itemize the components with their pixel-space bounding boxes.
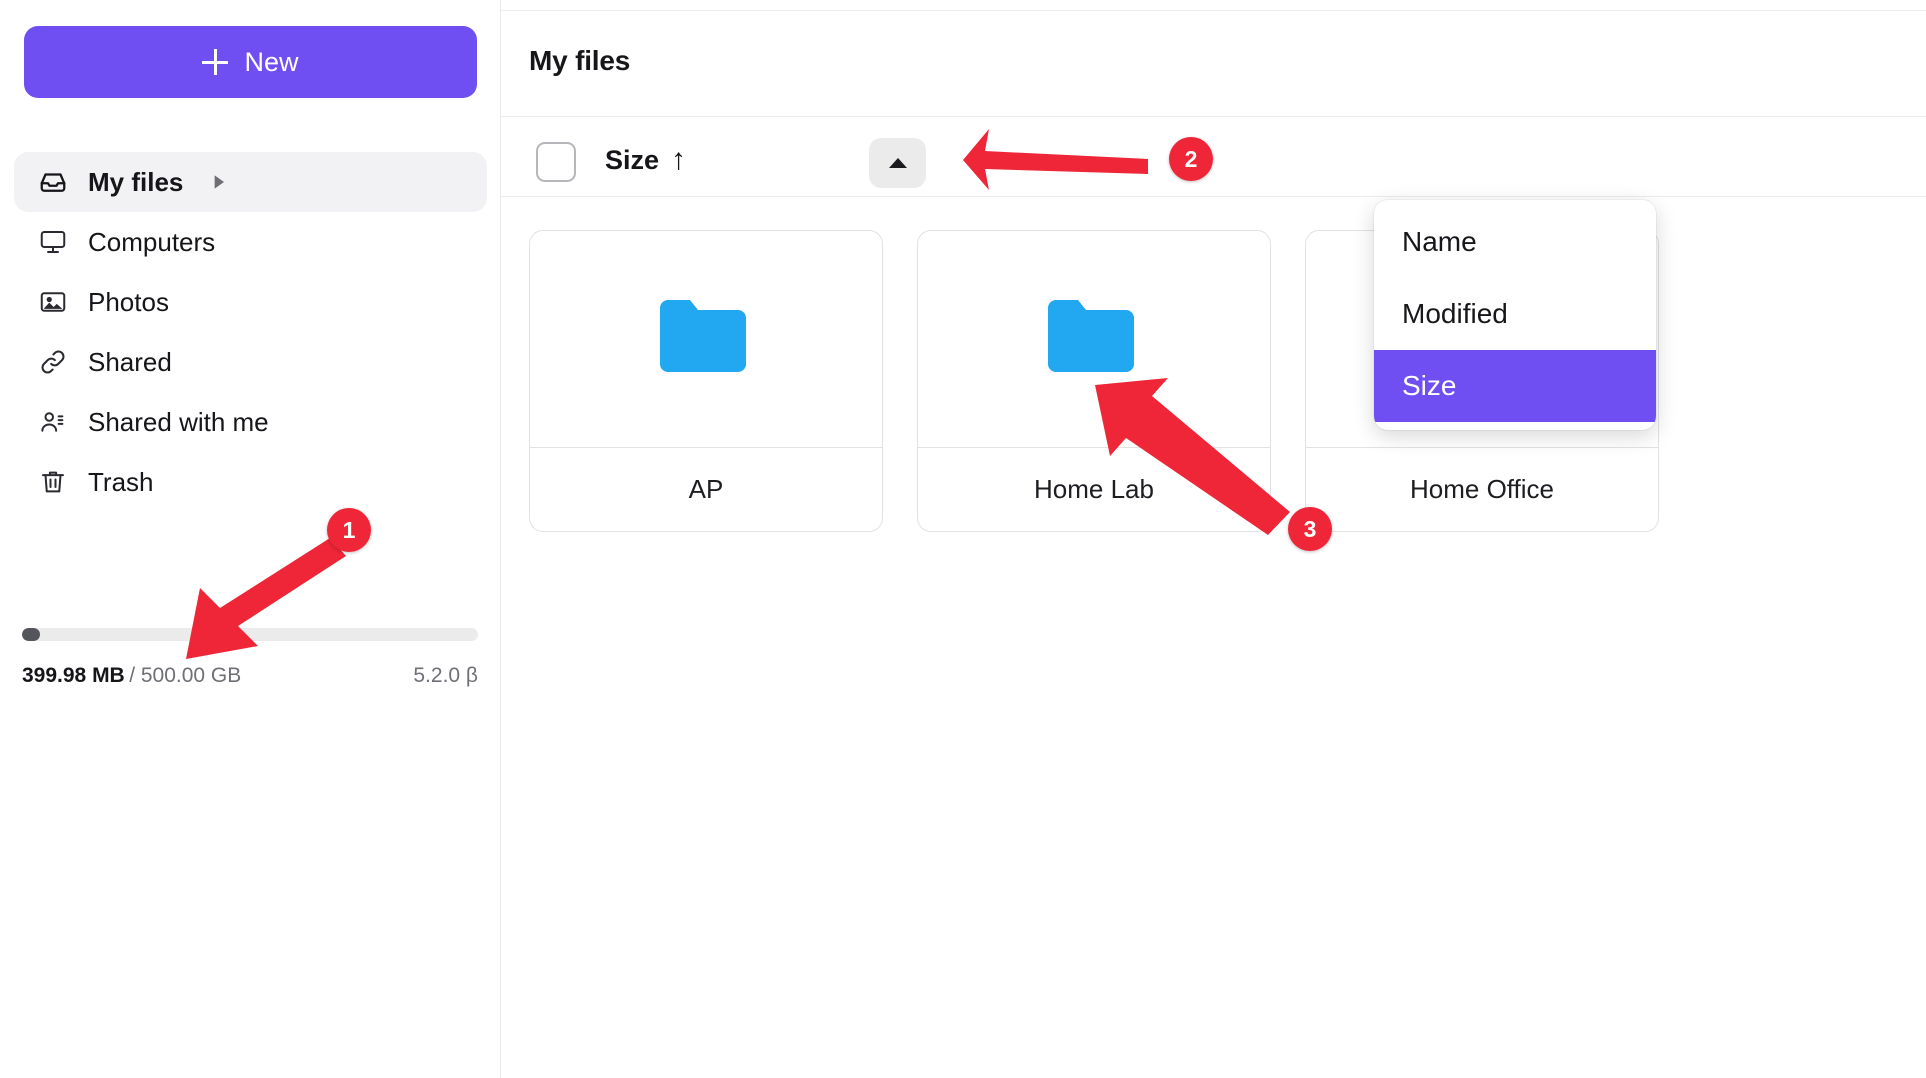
users-icon — [38, 407, 68, 437]
storage-used-value: 399.98 MB — [22, 664, 125, 687]
inbox-tray-icon — [38, 167, 68, 197]
sidebar-item-photos[interactable]: Photos — [14, 272, 487, 332]
storage-total-value: / 500.00 GB — [129, 664, 242, 687]
sidebar-item-label: Computers — [88, 226, 216, 257]
sort-field-label[interactable]: Size ↑ — [605, 143, 686, 177]
sidebar-item-label: Photos — [88, 286, 169, 317]
folder-icon — [654, 294, 758, 385]
card-label: Home Office — [1306, 447, 1658, 531]
sort-field-text: Size — [605, 144, 660, 175]
sidebar-item-label: Trash — [88, 466, 154, 497]
trash-icon — [38, 467, 68, 497]
dropdown-option-modified[interactable]: Modified — [1374, 278, 1656, 350]
badge-number: 2 — [1184, 145, 1198, 172]
folder-icon — [1042, 294, 1146, 385]
plus-icon — [202, 49, 229, 75]
file-manager-app: New My files Computers Photos Shared Sha… — [0, 0, 1926, 1078]
annotation-badge-3: 3 — [1288, 507, 1332, 551]
annotation-badge-1: 1 — [327, 508, 371, 552]
sidebar-item-shared-with-me[interactable]: Shared with me — [14, 392, 487, 452]
sidebar-item-my-files[interactable]: My files — [14, 152, 487, 212]
badge-number: 1 — [342, 516, 356, 543]
sidebar-item-label: Shared — [88, 346, 172, 377]
badge-number: 3 — [1303, 515, 1317, 542]
card-label: AP — [530, 447, 882, 531]
dropdown-option-name[interactable]: Name — [1374, 206, 1656, 278]
file-card-ap[interactable]: AP — [529, 230, 883, 532]
file-card-home-lab[interactable]: Home Lab — [917, 230, 1271, 532]
link-icon — [38, 347, 68, 377]
dropdown-option-label: Modified — [1402, 298, 1508, 329]
sort-options-dropdown: Name Modified Size — [1374, 200, 1656, 430]
dropdown-option-size[interactable]: Size — [1374, 350, 1656, 422]
arrow-up-icon: ↑ — [671, 143, 687, 176]
dropdown-option-label: Name — [1402, 226, 1477, 257]
dropdown-option-label: Size — [1402, 370, 1457, 401]
sidebar: New My files Computers Photos Shared Sha… — [0, 0, 501, 1078]
app-version-label: 5.2.0 β — [413, 664, 478, 687]
new-button[interactable]: New — [24, 26, 477, 98]
chevron-right-icon[interactable] — [213, 174, 227, 190]
storage-section: 399.98 MB / 500.00 GB 5.2.0 β — [22, 628, 478, 688]
list-toolbar: Size ↑ — [501, 130, 1926, 196]
annotation-badge-2: 2 — [1169, 137, 1213, 181]
toolbar-top-divider — [501, 116, 1926, 117]
card-thumbnail — [530, 231, 882, 447]
sidebar-item-trash[interactable]: Trash — [14, 452, 487, 512]
card-thumbnail — [918, 231, 1270, 447]
storage-progress-bar — [22, 628, 478, 641]
main-content: My files Size ↑ AP Home Lab Home Office … — [501, 0, 1926, 1078]
storage-usage-text: 399.98 MB / 500.00 GB — [22, 664, 241, 688]
top-divider — [501, 10, 1926, 11]
card-label: Home Lab — [918, 447, 1270, 531]
caret-up-icon — [888, 158, 907, 168]
page-title: My files — [529, 45, 631, 76]
sidebar-nav: My files Computers Photos Shared Shared … — [14, 152, 487, 512]
sort-direction-button[interactable] — [869, 138, 926, 188]
new-button-label: New — [244, 46, 299, 77]
select-all-checkbox[interactable] — [536, 142, 576, 182]
sidebar-item-label: My files — [88, 166, 184, 197]
storage-progress-fill — [22, 628, 40, 641]
sidebar-item-computers[interactable]: Computers — [14, 212, 487, 272]
image-icon — [38, 287, 68, 317]
storage-info-row: 399.98 MB / 500.00 GB 5.2.0 β — [22, 664, 478, 688]
sidebar-item-shared[interactable]: Shared — [14, 332, 487, 392]
toolbar-bottom-divider — [501, 196, 1926, 197]
sidebar-item-label: Shared with me — [88, 406, 269, 437]
monitor-icon — [38, 227, 68, 257]
